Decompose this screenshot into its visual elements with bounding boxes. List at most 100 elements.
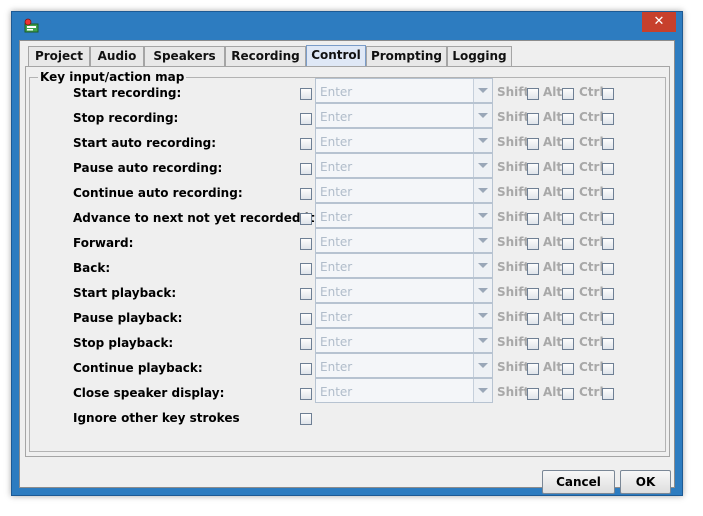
tab-prompting[interactable]: Prompting	[366, 46, 447, 66]
action-enable-checkbox[interactable]	[300, 313, 312, 325]
tab-logging[interactable]: Logging	[447, 46, 512, 66]
key-combo-box[interactable]: Enter	[315, 253, 493, 278]
shift-checkbox[interactable]	[527, 138, 539, 150]
action-enable-checkbox[interactable]	[300, 363, 312, 375]
ctrl-label: Ctrl	[579, 285, 604, 299]
ignore-keystrokes-row: Ignore other key strokes	[30, 409, 665, 434]
alt-checkbox[interactable]	[562, 188, 574, 200]
alt-checkbox[interactable]	[562, 338, 574, 350]
alt-checkbox[interactable]	[562, 88, 574, 100]
combo-dropdown-button[interactable]	[473, 229, 492, 252]
cancel-button[interactable]: Cancel	[542, 470, 615, 494]
combo-dropdown-button[interactable]	[473, 79, 492, 102]
shift-checkbox[interactable]	[527, 188, 539, 200]
tab-recording[interactable]: Recording	[225, 46, 306, 66]
ctrl-checkbox[interactable]	[602, 288, 614, 300]
combo-dropdown-button[interactable]	[473, 329, 492, 352]
ok-button[interactable]: OK	[620, 470, 671, 494]
shift-checkbox[interactable]	[527, 338, 539, 350]
action-enable-checkbox[interactable]	[300, 113, 312, 125]
combo-dropdown-button[interactable]	[473, 354, 492, 377]
key-combo-box[interactable]: Enter	[315, 128, 493, 153]
action-label: Continue auto recording:	[73, 186, 243, 200]
alt-checkbox[interactable]	[562, 388, 574, 400]
key-combo-box[interactable]: Enter	[315, 203, 493, 228]
ctrl-checkbox[interactable]	[602, 163, 614, 175]
action-enable-checkbox[interactable]	[300, 388, 312, 400]
tab-audio[interactable]: Audio	[90, 46, 144, 66]
ctrl-checkbox[interactable]	[602, 338, 614, 350]
action-enable-checkbox[interactable]	[300, 338, 312, 350]
combo-dropdown-button[interactable]	[473, 379, 492, 402]
action-enable-checkbox[interactable]	[300, 163, 312, 175]
ctrl-checkbox[interactable]	[602, 213, 614, 225]
alt-checkbox[interactable]	[562, 113, 574, 125]
action-enable-checkbox[interactable]	[300, 288, 312, 300]
action-enable-checkbox[interactable]	[300, 263, 312, 275]
alt-checkbox[interactable]	[562, 263, 574, 275]
action-label: Continue playback:	[73, 361, 203, 375]
combo-dropdown-button[interactable]	[473, 154, 492, 177]
combo-dropdown-button[interactable]	[473, 104, 492, 127]
key-combo-box[interactable]: Enter	[315, 278, 493, 303]
tab-project[interactable]: Project	[28, 46, 90, 66]
alt-checkbox[interactable]	[562, 288, 574, 300]
tab-speakers[interactable]: Speakers	[144, 46, 225, 66]
combo-dropdown-button[interactable]	[473, 254, 492, 277]
ctrl-checkbox[interactable]	[602, 363, 614, 375]
shift-checkbox[interactable]	[527, 388, 539, 400]
combo-dropdown-button[interactable]	[473, 204, 492, 227]
action-enable-checkbox[interactable]	[300, 213, 312, 225]
shift-checkbox[interactable]	[527, 238, 539, 250]
key-combo-box[interactable]: Enter	[315, 353, 493, 378]
key-combo-box[interactable]: Enter	[315, 303, 493, 328]
action-enable-checkbox[interactable]	[300, 88, 312, 100]
alt-checkbox[interactable]	[562, 238, 574, 250]
action-enable-checkbox[interactable]	[300, 188, 312, 200]
alt-label: Alt	[543, 160, 563, 174]
action-enable-checkbox[interactable]	[300, 238, 312, 250]
key-combo-box[interactable]: Enter	[315, 228, 493, 253]
chevron-down-icon	[478, 88, 488, 93]
shift-checkbox[interactable]	[527, 288, 539, 300]
ctrl-checkbox[interactable]	[602, 313, 614, 325]
ctrl-checkbox[interactable]	[602, 138, 614, 150]
ctrl-checkbox[interactable]	[602, 113, 614, 125]
combo-dropdown-button[interactable]	[473, 279, 492, 302]
action-label: Forward:	[73, 236, 134, 250]
alt-label: Alt	[543, 360, 563, 374]
alt-checkbox[interactable]	[562, 213, 574, 225]
ctrl-checkbox[interactable]	[602, 388, 614, 400]
shift-checkbox[interactable]	[527, 263, 539, 275]
shift-checkbox[interactable]	[527, 163, 539, 175]
combo-dropdown-button[interactable]	[473, 304, 492, 327]
ctrl-checkbox[interactable]	[602, 88, 614, 100]
key-combo-box[interactable]: Enter	[315, 103, 493, 128]
alt-checkbox[interactable]	[562, 363, 574, 375]
ignore-keystrokes-checkbox[interactable]	[300, 413, 312, 425]
shift-checkbox[interactable]	[527, 88, 539, 100]
combo-dropdown-button[interactable]	[473, 179, 492, 202]
alt-checkbox[interactable]	[562, 138, 574, 150]
alt-checkbox[interactable]	[562, 163, 574, 175]
key-combo-box[interactable]: Enter	[315, 153, 493, 178]
shift-checkbox[interactable]	[527, 213, 539, 225]
ctrl-label: Ctrl	[579, 85, 604, 99]
ctrl-checkbox[interactable]	[602, 188, 614, 200]
key-combo-box[interactable]: Enter	[315, 78, 493, 103]
shift-checkbox[interactable]	[527, 113, 539, 125]
shift-checkbox[interactable]	[527, 313, 539, 325]
shift-label: Shift	[497, 185, 530, 199]
close-button[interactable]: ✕	[642, 12, 676, 32]
title-bar[interactable]: ✕	[12, 12, 682, 38]
key-combo-box[interactable]: Enter	[315, 378, 493, 403]
tab-control[interactable]: Control	[306, 45, 366, 67]
key-combo-box[interactable]: Enter	[315, 178, 493, 203]
alt-checkbox[interactable]	[562, 313, 574, 325]
ctrl-checkbox[interactable]	[602, 238, 614, 250]
ctrl-checkbox[interactable]	[602, 263, 614, 275]
key-combo-box[interactable]: Enter	[315, 328, 493, 353]
shift-checkbox[interactable]	[527, 363, 539, 375]
action-enable-checkbox[interactable]	[300, 138, 312, 150]
combo-dropdown-button[interactable]	[473, 129, 492, 152]
